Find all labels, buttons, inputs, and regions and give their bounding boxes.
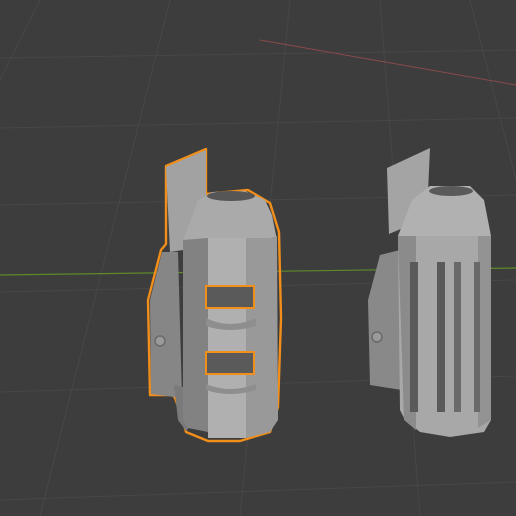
hilt-part-left[interactable] (146, 147, 283, 443)
x-axis-line (259, 39, 516, 86)
hilt-part-right[interactable] (368, 148, 491, 437)
3d-viewport[interactable] (0, 0, 516, 516)
